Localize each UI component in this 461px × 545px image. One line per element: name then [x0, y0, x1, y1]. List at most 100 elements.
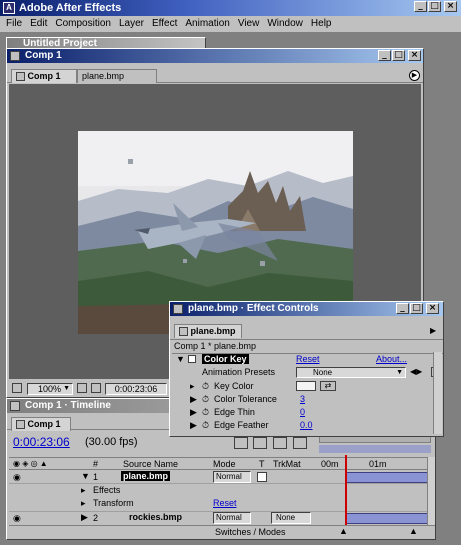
chevron-down-icon: ▼: [396, 369, 403, 376]
layer-mode-dropdown[interactable]: Normal: [213, 512, 251, 524]
menu-effect[interactable]: Effect: [148, 16, 181, 31]
effect-controls-title: plane.bmp · Effect Controls: [188, 303, 319, 314]
layer-name[interactable]: rockies.bmp: [129, 512, 182, 522]
effect-reset-link[interactable]: Reset: [296, 354, 320, 364]
motion-blur-icon[interactable]: [293, 437, 307, 449]
expand-layer-icon[interactable]: ▼: [81, 471, 90, 481]
layer-name[interactable]: plane.bmp: [121, 471, 171, 481]
zoom-in-icon[interactable]: ▲: [409, 526, 418, 536]
zoom-dropdown[interactable]: 100% ▼: [27, 383, 73, 395]
layer-row[interactable]: ◉ ▼ 1 plane.bmp Normal: [9, 471, 435, 484]
menu-animation[interactable]: Animation: [181, 16, 233, 31]
menu-window[interactable]: Window: [263, 16, 307, 31]
property-value[interactable]: 0: [300, 407, 305, 417]
expand-layer-icon[interactable]: ▶: [81, 512, 88, 523]
stopwatch-icon[interactable]: ⏱: [202, 381, 209, 392]
tab-plane-bmp[interactable]: plane.bmp: [77, 69, 157, 83]
resolution-icon[interactable]: [12, 383, 22, 393]
stopwatch-icon[interactable]: ⏱: [202, 394, 209, 405]
ec-close-button[interactable]: ×: [426, 303, 439, 314]
comp-tab-row: Comp 1 plane.bmp ▶: [7, 65, 423, 83]
comp-maximize-button[interactable]: □: [392, 50, 405, 61]
property-value[interactable]: 0.0: [300, 420, 313, 430]
minimize-button[interactable]: _: [414, 1, 427, 12]
work-area-bar[interactable]: [319, 445, 431, 453]
layer-column-headers: ◉ ◈ ◎ ▲ # Source Name Mode T TrkMat 00m …: [9, 457, 435, 470]
stopwatch-icon[interactable]: ⏱: [202, 420, 209, 431]
property-row[interactable]: ▸ ⏱ Key Color ⇄: [172, 381, 443, 393]
prev-preset-icon[interactable]: ◀▶: [410, 367, 422, 376]
ec-panel-menu-arrow-icon[interactable]: ▶: [430, 326, 440, 336]
eye-icon[interactable]: ◉: [13, 513, 21, 524]
key-color-swatch[interactable]: [296, 381, 316, 391]
timeline-timecode[interactable]: 0:00:23:06: [13, 435, 70, 449]
menu-view[interactable]: View: [234, 16, 264, 31]
eye-icon[interactable]: ◉: [13, 472, 21, 483]
safe-zones-icon[interactable]: [77, 383, 87, 393]
playhead[interactable]: [345, 455, 347, 525]
comp-minimize-button[interactable]: _: [378, 50, 391, 61]
ruler-start: 00m: [321, 459, 339, 469]
menu-file[interactable]: File: [2, 16, 26, 31]
timeline-scrollbar[interactable]: [427, 457, 435, 525]
expand-property-icon[interactable]: ▶: [190, 420, 197, 431]
layer-mode-dropdown[interactable]: Normal: [213, 471, 251, 483]
layer-number: 2: [93, 513, 99, 523]
timeline-title: Comp 1 · Timeline: [25, 400, 111, 411]
expand-property-icon[interactable]: ▶: [190, 394, 197, 405]
menu-edit[interactable]: Edit: [26, 16, 51, 31]
ec-scrollbar[interactable]: [433, 352, 442, 434]
property-row[interactable]: ▶ ⏱ Edge Thin 0: [172, 407, 443, 419]
effect-name[interactable]: Color Key: [202, 354, 249, 364]
switches-modes-button[interactable]: Switches / Modes: [215, 527, 286, 537]
timeline-tab-icon: [16, 420, 25, 430]
layer-duration-bar[interactable]: [345, 513, 431, 524]
expand-property-icon[interactable]: ▸: [190, 381, 195, 392]
trkmat-dropdown[interactable]: None: [271, 512, 311, 524]
effect-about-link[interactable]: About...: [376, 354, 407, 364]
expand-effects-icon[interactable]: ▸: [81, 485, 86, 496]
property-label: Color Tolerance: [214, 394, 277, 404]
layer-duration-bar[interactable]: [345, 472, 431, 483]
snapshot-icon[interactable]: [91, 383, 101, 393]
col-t: T: [259, 459, 265, 469]
tab-timeline-comp-1[interactable]: Comp 1: [11, 417, 71, 431]
property-row[interactable]: ▶ ⏱ Color Tolerance 3: [172, 394, 443, 406]
effect-toggle-checkbox[interactable]: [188, 355, 196, 363]
layer-transform-group[interactable]: ▸ Transform Reset: [9, 498, 435, 510]
ec-minimize-button[interactable]: _: [396, 303, 409, 314]
expand-property-icon[interactable]: ▶: [190, 407, 197, 418]
menu-composition[interactable]: Composition: [51, 16, 115, 31]
tab-comp-1[interactable]: Comp 1: [11, 69, 77, 83]
panel-menu-arrow-icon[interactable]: ▶: [409, 70, 420, 81]
presets-dropdown[interactable]: None ▼: [296, 367, 406, 378]
app-title: Adobe After Effects: [19, 2, 122, 14]
tab-ec-plane-bmp[interactable]: plane.bmp: [174, 324, 242, 338]
eyedropper-icon[interactable]: ⇄: [320, 381, 336, 391]
expand-transform-icon[interactable]: ▸: [81, 498, 86, 509]
expand-effect-icon[interactable]: ▼: [176, 354, 185, 364]
ec-maximize-button[interactable]: □: [410, 303, 423, 314]
transform-reset-link[interactable]: Reset: [213, 498, 237, 508]
comp-close-button[interactable]: ×: [408, 50, 421, 61]
frame-blending-icon[interactable]: [273, 437, 287, 449]
comp-timecode-value: 0:00:23:06: [114, 384, 158, 394]
menu-layer[interactable]: Layer: [115, 16, 148, 31]
layer-effects-group[interactable]: ▸ Effects: [9, 485, 435, 497]
comp-marker-icon[interactable]: [234, 437, 248, 449]
maximize-button[interactable]: □: [428, 1, 441, 12]
menu-help[interactable]: Help: [307, 16, 336, 31]
comp-timecode-field[interactable]: 0:00:23:06: [105, 383, 167, 395]
shy-layers-icon[interactable]: [253, 437, 267, 449]
effect-row[interactable]: ▼ Color Key Reset About...: [172, 353, 443, 365]
stopwatch-icon[interactable]: ⏱: [202, 407, 209, 418]
tab-plane-bmp-label: plane.bmp: [82, 71, 125, 81]
property-value[interactable]: 3: [300, 394, 305, 404]
property-row[interactable]: ▶ ⏱ Edge Feather 0.0: [172, 420, 443, 432]
zoom-out-icon[interactable]: ▲: [339, 526, 348, 536]
ec-tab-label: plane.bmp: [190, 326, 236, 336]
close-button[interactable]: ×: [444, 1, 457, 12]
preserve-transparency-checkbox[interactable]: [257, 472, 267, 482]
property-label: Key Color: [214, 381, 254, 391]
layer-row[interactable]: ◉ ▶ 2 rockies.bmp Normal None: [9, 511, 435, 524]
